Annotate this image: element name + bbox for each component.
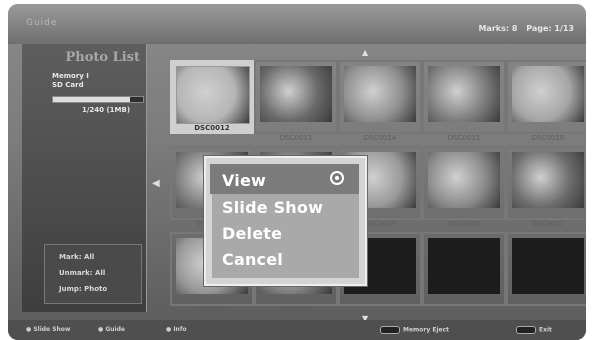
thumbnail-image bbox=[344, 66, 416, 122]
menu-item-view[interactable]: View bbox=[222, 171, 266, 190]
menu-item-slide-show[interactable]: Slide Show bbox=[222, 198, 323, 217]
page-title: Photo List bbox=[65, 50, 140, 65]
scroll-left-icon[interactable]: ◀ bbox=[152, 178, 160, 189]
thumbnail-image bbox=[428, 66, 500, 122]
thumbnail-caption: DSC0022 bbox=[195, 306, 229, 314]
thumbnail-caption: DSC0014 bbox=[363, 134, 397, 142]
mark-summary: Mark: All Unmark: All Jump: Photo bbox=[44, 244, 142, 304]
photo-thumbnail[interactable]: DSC0012 bbox=[170, 60, 254, 134]
photo-thumbnail[interactable] bbox=[506, 232, 586, 306]
photo-thumbnail[interactable]: DSC0016 bbox=[506, 60, 586, 142]
memory-count: 1/240 (1MB) bbox=[82, 106, 131, 114]
thumbnail-caption: DSC0012 bbox=[172, 124, 252, 132]
scroll-up-icon[interactable]: ▲ bbox=[362, 48, 368, 57]
memory-info: Memory I SD Card bbox=[52, 72, 89, 90]
thumbnail-image bbox=[176, 66, 250, 124]
photo-thumbnail[interactable]: DSC0013 bbox=[254, 60, 338, 142]
thumbnail-caption: DSC0021 bbox=[531, 220, 565, 228]
jump-hint[interactable]: Jump: Photo bbox=[59, 285, 141, 293]
mark-all-hint[interactable]: Mark: All bbox=[59, 253, 141, 261]
thumbnail-caption: DSC0020 bbox=[447, 220, 481, 228]
thumbnail-image bbox=[428, 152, 500, 208]
hint-guide: ● Guide bbox=[98, 326, 125, 333]
photo-thumbnail[interactable]: DSC0015 bbox=[422, 60, 506, 142]
photo-thumbnail[interactable]: DSC0020 bbox=[422, 146, 506, 228]
exit-hint[interactable]: Exit bbox=[516, 326, 552, 334]
menu-item-delete[interactable]: Delete bbox=[222, 224, 282, 243]
memory-name: Memory I bbox=[52, 72, 89, 80]
photo-thumbnail[interactable]: DSC0021 bbox=[506, 146, 586, 228]
memory-usage-bar bbox=[52, 96, 144, 103]
thumbnail-image bbox=[512, 152, 584, 208]
top-bar: Guide Marks: 8 Page: 1/13 bbox=[8, 4, 586, 44]
page-indicator: Page: 1/13 bbox=[526, 24, 574, 33]
bottom-bar: ● Slide Show ● Guide ● Info Memory Eject… bbox=[8, 320, 586, 340]
thumbnail-image bbox=[512, 238, 584, 294]
menu-item-cancel[interactable]: Cancel bbox=[222, 250, 283, 269]
hint-slide-show: ● Slide Show bbox=[26, 326, 71, 333]
radio-selected-icon bbox=[330, 171, 344, 185]
thumbnail-caption: DSC0016 bbox=[531, 134, 565, 142]
marks-count: Marks: 8 bbox=[478, 24, 518, 33]
thumbnail-caption: DSC0013 bbox=[279, 134, 313, 142]
memory-usage-fill bbox=[53, 97, 130, 102]
thumbnail-image bbox=[512, 66, 584, 122]
photo-thumbnail[interactable]: DSC0014 bbox=[338, 60, 422, 142]
hint-info: ● Info bbox=[166, 326, 187, 333]
memory-eject-hint[interactable]: Memory Eject bbox=[380, 326, 449, 334]
unmark-all-hint[interactable]: Unmark: All bbox=[59, 269, 141, 277]
thumbnail-caption: DSC0015 bbox=[447, 134, 481, 142]
remote-button-icon bbox=[516, 326, 536, 334]
thumbnail-image bbox=[260, 66, 332, 122]
thumbnail-image bbox=[428, 238, 500, 294]
thumbnail-caption: DSC0023 bbox=[279, 306, 313, 314]
sidebar: Photo List Memory I SD Card 1/240 (1MB) … bbox=[22, 44, 147, 312]
status-area: Marks: 8 Page: 1/13 bbox=[472, 24, 574, 33]
photo-thumbnail[interactable] bbox=[422, 232, 506, 306]
brand-label: Guide bbox=[26, 18, 58, 28]
memory-type: SD Card bbox=[52, 81, 84, 89]
remote-button-icon bbox=[380, 326, 400, 334]
